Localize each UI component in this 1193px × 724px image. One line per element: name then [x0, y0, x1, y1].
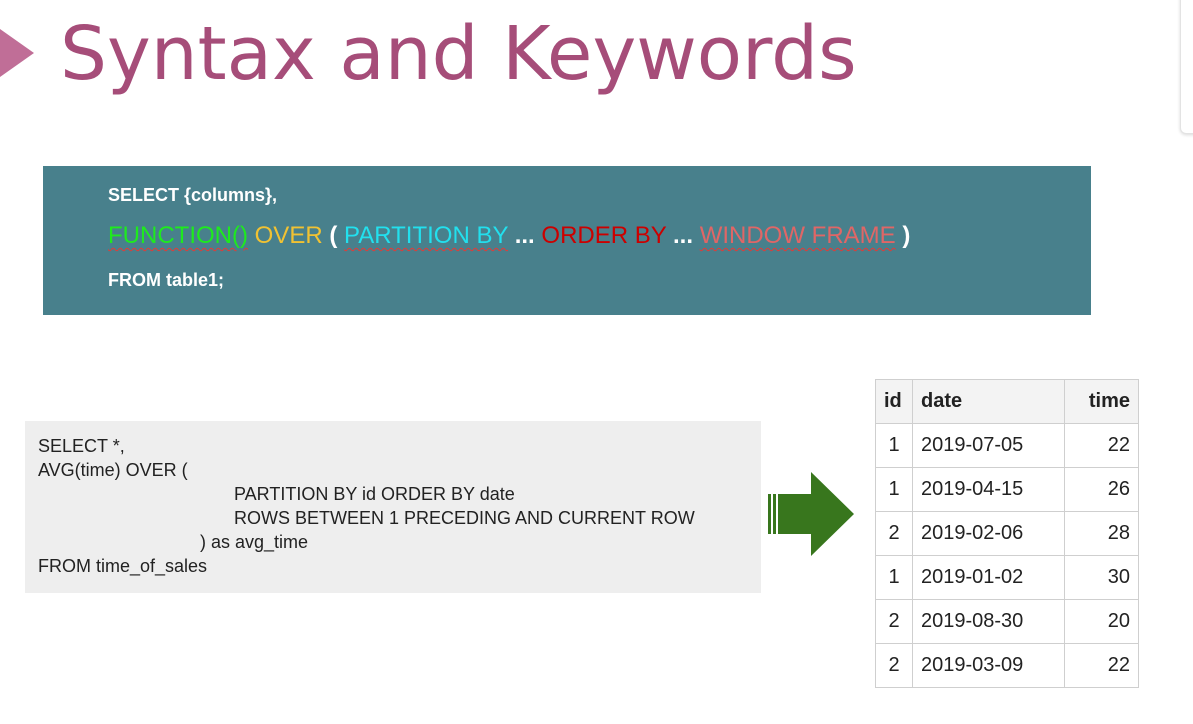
- query-line-3: PARTITION BY id ORDER BY date: [234, 484, 515, 504]
- syntax-template-box: SELECT {columns}, FUNCTION() OVER ( PART…: [43, 166, 1091, 315]
- cell-time: 30: [1064, 555, 1139, 600]
- syntax-line-function: FUNCTION() OVER ( PARTITION BY ... ORDER…: [108, 222, 910, 250]
- cell-date: 2019-07-05: [912, 423, 1065, 468]
- table-row: 2 2019-03-09 22: [875, 643, 1139, 688]
- syntax-line-from: FROM table1;: [108, 270, 225, 290]
- title-bullet-arrow-icon: [0, 22, 34, 84]
- cell-id: 2: [875, 599, 913, 644]
- table-row: 1 2019-04-15 26: [875, 467, 1139, 512]
- query-line-6: FROM time_of_sales: [38, 556, 208, 576]
- cell-date: 2019-04-15: [912, 467, 1065, 512]
- table-row: 2 2019-08-30 20: [875, 599, 1139, 644]
- cell-time: 26: [1064, 467, 1139, 512]
- ellipsis-2: ...: [673, 222, 694, 249]
- keyword-over: OVER: [254, 222, 323, 249]
- table-row: 1 2019-07-05 22: [875, 423, 1139, 468]
- cell-time: 20: [1064, 599, 1139, 644]
- cell-date: 2019-02-06: [912, 511, 1065, 556]
- keyword-function: FUNCTION(): [108, 222, 248, 249]
- column-header-date: date: [912, 379, 1065, 424]
- keyword-order-by: ORDER BY: [541, 222, 667, 249]
- cell-time: 28: [1064, 511, 1139, 556]
- cell-date: 2019-03-09: [912, 643, 1065, 688]
- query-line-2: AVG(time) OVER (: [38, 460, 188, 480]
- cell-time: 22: [1064, 643, 1139, 688]
- syntax-line-select: SELECT {columns},: [108, 185, 278, 205]
- cell-id: 1: [875, 423, 913, 468]
- table-row: 1 2019-01-02 30: [875, 555, 1139, 600]
- column-header-time: time: [1064, 379, 1139, 424]
- cell-time: 22: [1064, 423, 1139, 468]
- side-panel-card: [1180, 0, 1193, 134]
- result-table: id date time 1 2019-07-05 22 1 2019-04-1…: [875, 379, 1139, 688]
- cell-id: 1: [875, 555, 913, 600]
- cell-id: 1: [875, 467, 913, 512]
- close-paren: ): [902, 222, 911, 249]
- open-paren: (: [329, 222, 338, 249]
- cell-date: 2019-01-02: [912, 555, 1065, 600]
- table-row: 2 2019-02-06 28: [875, 511, 1139, 556]
- keyword-window-frame: WINDOW FRAME: [699, 222, 896, 249]
- ellipsis-1: ...: [514, 222, 535, 249]
- cell-id: 2: [875, 511, 913, 556]
- slide-title: Syntax and Keywords: [60, 11, 857, 97]
- column-header-id: id: [875, 379, 913, 424]
- query-line-5: ) as avg_time: [200, 532, 309, 552]
- query-line-1: SELECT *,: [38, 436, 125, 456]
- example-query-box: SELECT *, AVG(time) OVER ( PARTITION BY …: [25, 421, 761, 593]
- cell-date: 2019-08-30: [912, 599, 1065, 644]
- right-arrow-icon: [768, 472, 854, 556]
- keyword-partition-by: PARTITION BY: [344, 222, 509, 249]
- query-line-4: ROWS BETWEEN 1 PRECEDING AND CURRENT ROW: [234, 508, 695, 528]
- cell-id: 2: [875, 643, 913, 688]
- table-header-row: id date time: [875, 379, 1139, 424]
